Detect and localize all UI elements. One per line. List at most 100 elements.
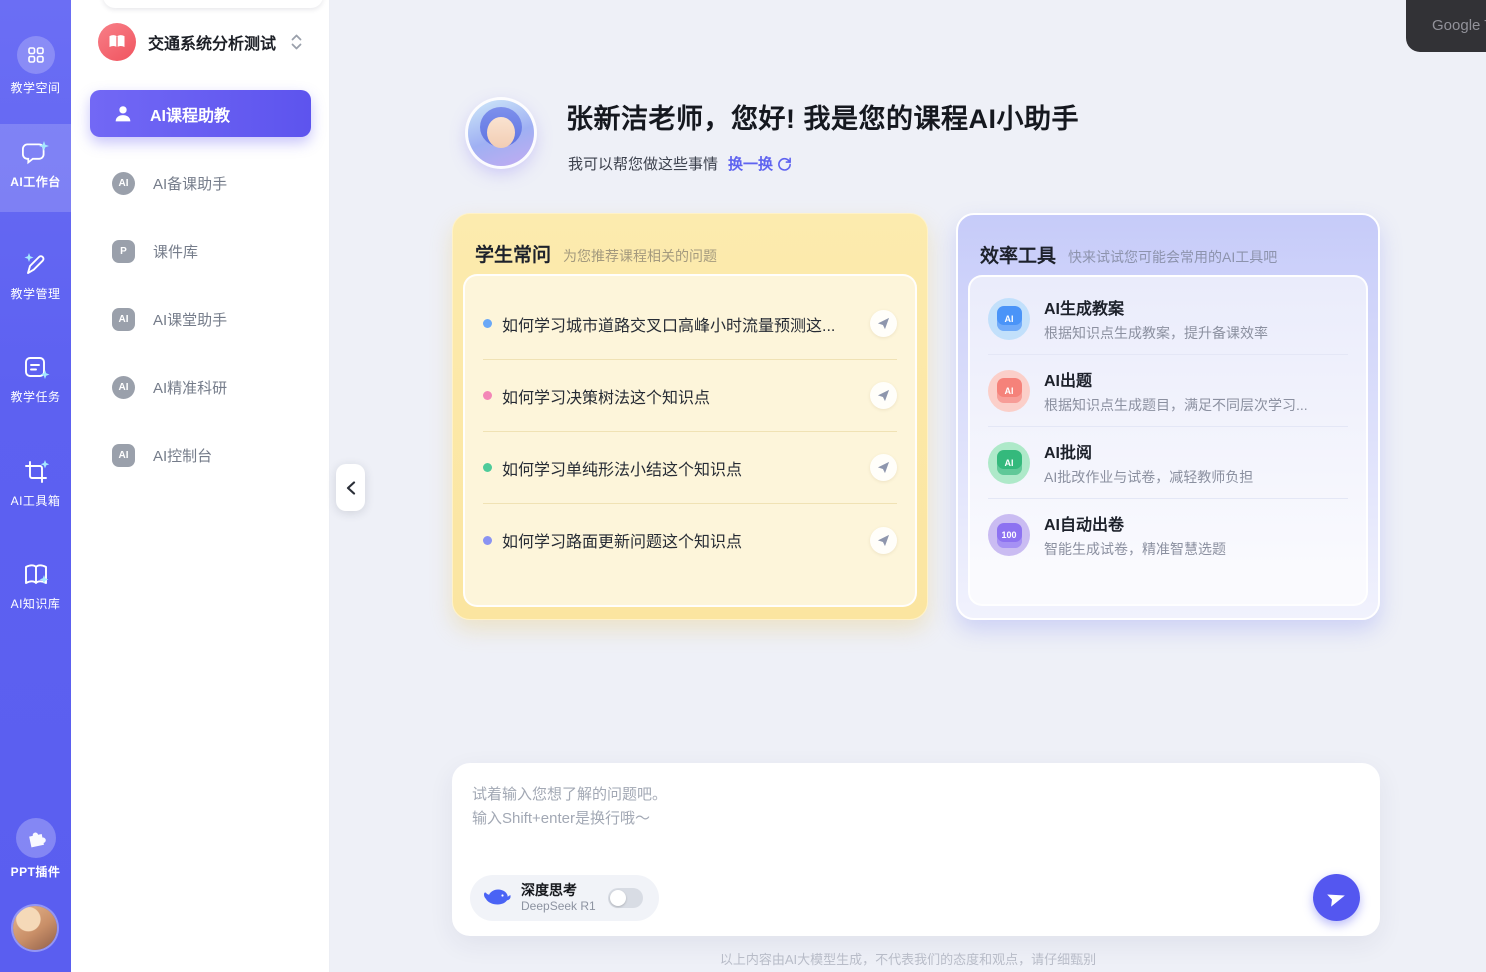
- faq-question-row[interactable]: 如何学习路面更新问题这个知识点: [483, 504, 897, 576]
- faq-list: 如何学习城市道路交叉口高峰小时流量预测这... 如何学习决策树法这个知识点 如何…: [463, 274, 917, 607]
- sidebar-collapse-button[interactable]: [336, 464, 365, 511]
- tool-badge: AI: [997, 306, 1022, 331]
- paper-plane-icon: [1323, 884, 1351, 912]
- message-input[interactable]: 试着输入您想了解的问题吧。 输入Shift+enter是换行哦～: [472, 783, 1300, 843]
- shuffle-label: 换一换: [728, 153, 773, 174]
- chevron-updown-icon: [290, 33, 303, 51]
- teaching-manage-icon: [21, 250, 51, 280]
- sidebar-item-label: AI精准科研: [153, 377, 227, 398]
- send-question-button[interactable]: [870, 310, 897, 337]
- lesson-plan-icon: AI: [988, 298, 1030, 340]
- user-avatar[interactable]: [13, 906, 57, 950]
- person-icon: [112, 103, 134, 125]
- send-question-button[interactable]: [870, 527, 897, 554]
- sidebar-item-ai-classroom[interactable]: AI AI课堂助手: [90, 295, 311, 343]
- teaching-task-icon: [21, 353, 51, 383]
- bullet-dot: [483, 536, 492, 545]
- bullet-dot: [483, 463, 492, 472]
- rail-item-teaching-space[interactable]: 教学空间: [0, 36, 71, 96]
- tools-list: AI AI生成教案 根据知识点生成教案，提升备课效率 AI AI出题 根据知识点…: [968, 275, 1368, 606]
- tool-name: AI批阅: [1044, 439, 1253, 463]
- paper-plane-icon: [877, 534, 890, 547]
- scrolled-card-edge: [103, 0, 323, 8]
- faq-question-row[interactable]: 如何学习城市道路交叉口高峰小时流量预测这...: [483, 288, 897, 360]
- app-window: 教学空间 AI工作台 教学管理 教学任务 AI工具箱: [0, 0, 1486, 972]
- course-switcher[interactable]: 交通系统分析测试: [98, 20, 312, 64]
- question-text: 如何学习单纯形法小结这个知识点: [502, 456, 860, 480]
- sidebar-item-label: AI课程助教: [150, 102, 230, 126]
- rail-item-label: AI知识库: [11, 595, 61, 612]
- course-book-icon: [98, 23, 136, 61]
- ai-research-icon: AI: [112, 376, 135, 399]
- sidebar-item-ai-research[interactable]: AI AI精准科研: [90, 363, 311, 411]
- sidebar-item-ai-lesson-prep[interactable]: AI AI备课助手: [90, 159, 311, 207]
- course-sidebar: 交通系统分析测试 AI课程助教 AI AI备课助手 P 课件库 AI AI课堂助…: [71, 0, 330, 972]
- ppt-plugin-icon: [16, 818, 56, 858]
- rail-item-label: 教学管理: [10, 285, 60, 302]
- tool-name: AI出题: [1044, 367, 1308, 391]
- faq-question-row[interactable]: 如何学习决策树法这个知识点: [483, 360, 897, 432]
- tool-badge: AI: [997, 450, 1022, 475]
- auto-exam-icon: 100: [988, 514, 1030, 556]
- toggle-knob: [610, 890, 626, 906]
- tool-row-question-gen[interactable]: AI AI出题 根据知识点生成题目，满足不同层次学习...: [988, 355, 1348, 427]
- question-text: 如何学习决策树法这个知识点: [502, 384, 860, 408]
- student-faq-card: 学生常问 为您推荐课程相关的问题 如何学习城市道路交叉口高峰小时流量预测这...…: [452, 213, 928, 620]
- tool-desc: AI批改作业与试卷，减轻教师负担: [1044, 467, 1253, 487]
- ai-disclaimer: 以上内容由AI大模型生成，不代表我们的态度和观点，请仔细甄别: [330, 949, 1486, 968]
- question-text: 如何学习城市道路交叉口高峰小时流量预测这...: [502, 312, 860, 336]
- tool-row-auto-exam[interactable]: 100 AI自动出卷 智能生成试卷，精准智慧选题: [988, 499, 1348, 571]
- tool-badge: AI: [997, 378, 1022, 403]
- sidebar-item-courseware-library[interactable]: P 课件库: [90, 227, 311, 275]
- rail-item-label: PPT插件: [11, 863, 61, 880]
- rail-item-ai-workbench[interactable]: AI工作台: [0, 138, 71, 190]
- tool-desc: 根据知识点生成题目，满足不同层次学习...: [1044, 395, 1308, 415]
- bullet-dot: [483, 319, 492, 328]
- send-question-button[interactable]: [870, 454, 897, 481]
- deep-think-toggle[interactable]: [608, 888, 643, 908]
- tool-desc: 智能生成试卷，精准智慧选题: [1044, 539, 1226, 559]
- ai-lesson-prep-icon: AI: [112, 172, 135, 195]
- faq-question-row[interactable]: 如何学习单纯形法小结这个知识点: [483, 432, 897, 504]
- deep-think-label: 深度思考: [521, 882, 596, 900]
- rail-item-teaching-manage[interactable]: 教学管理: [0, 250, 71, 302]
- course-name: 交通系统分析测试: [148, 30, 276, 54]
- faq-card-title: 学生常问: [475, 240, 551, 267]
- assistant-avatar: [468, 100, 534, 166]
- ai-knowledge-icon: [21, 560, 51, 590]
- faq-card-subtitle: 为您推荐课程相关的问题: [563, 246, 717, 266]
- deep-think-model: DeepSeek R1: [521, 899, 596, 914]
- refresh-icon: [777, 156, 792, 171]
- chevron-left-icon: [346, 481, 356, 495]
- question-gen-icon: AI: [988, 370, 1030, 412]
- send-question-button[interactable]: [870, 382, 897, 409]
- main-content: 张新洁老师，您好! 我是您的课程AI小助手 我可以帮您做这些事情 换一换 学生常…: [330, 0, 1486, 972]
- rail-item-ppt-plugin[interactable]: PPT插件: [0, 818, 71, 880]
- tool-name: AI生成教案: [1044, 295, 1268, 319]
- tool-name: AI自动出卷: [1044, 511, 1226, 535]
- sidebar-item-label: AI课堂助手: [153, 309, 227, 330]
- shuffle-button[interactable]: 换一换: [728, 153, 792, 174]
- google-translate-toast[interactable]: Google T: [1406, 0, 1486, 52]
- paper-plane-icon: [877, 461, 890, 474]
- sidebar-item-ai-console[interactable]: AI AI控制台: [90, 431, 311, 479]
- sidebar-item-ai-course-assistant[interactable]: AI课程助教: [90, 90, 311, 137]
- rail-item-ai-knowledge[interactable]: AI知识库: [0, 560, 71, 612]
- tools-card-subtitle: 快来试试您可能会常用的AI工具吧: [1068, 247, 1277, 267]
- courseware-library-icon: P: [112, 240, 135, 263]
- message-composer: 试着输入您想了解的问题吧。 输入Shift+enter是换行哦～ 深度思考 De…: [452, 763, 1380, 936]
- input-placeholder-line1: 试着输入您想了解的问题吧。: [472, 783, 1300, 807]
- tool-row-lesson-plan[interactable]: AI AI生成教案 根据知识点生成教案，提升备课效率: [988, 283, 1348, 355]
- rail-item-ai-toolbox[interactable]: AI工具箱: [0, 457, 71, 509]
- tool-row-ai-grading[interactable]: AI AI批阅 AI批改作业与试卷，减轻教师负担: [988, 427, 1348, 499]
- ai-toolbox-icon: [21, 457, 51, 487]
- greeting-title: 张新洁老师，您好! 我是您的课程AI小助手: [566, 97, 1079, 136]
- sidebar-item-label: AI控制台: [153, 445, 212, 466]
- send-message-button[interactable]: [1313, 874, 1360, 921]
- rail-item-label: 教学空间: [10, 79, 60, 96]
- ai-classroom-icon: AI: [112, 308, 135, 331]
- efficiency-tools-card: 效率工具 快来试试您可能会常用的AI工具吧 AI AI生成教案 根据知识点生成教…: [956, 213, 1380, 620]
- rail-item-teaching-task[interactable]: 教学任务: [0, 353, 71, 405]
- sidebar-item-label: 课件库: [153, 241, 198, 262]
- ai-workbench-icon: [21, 138, 51, 168]
